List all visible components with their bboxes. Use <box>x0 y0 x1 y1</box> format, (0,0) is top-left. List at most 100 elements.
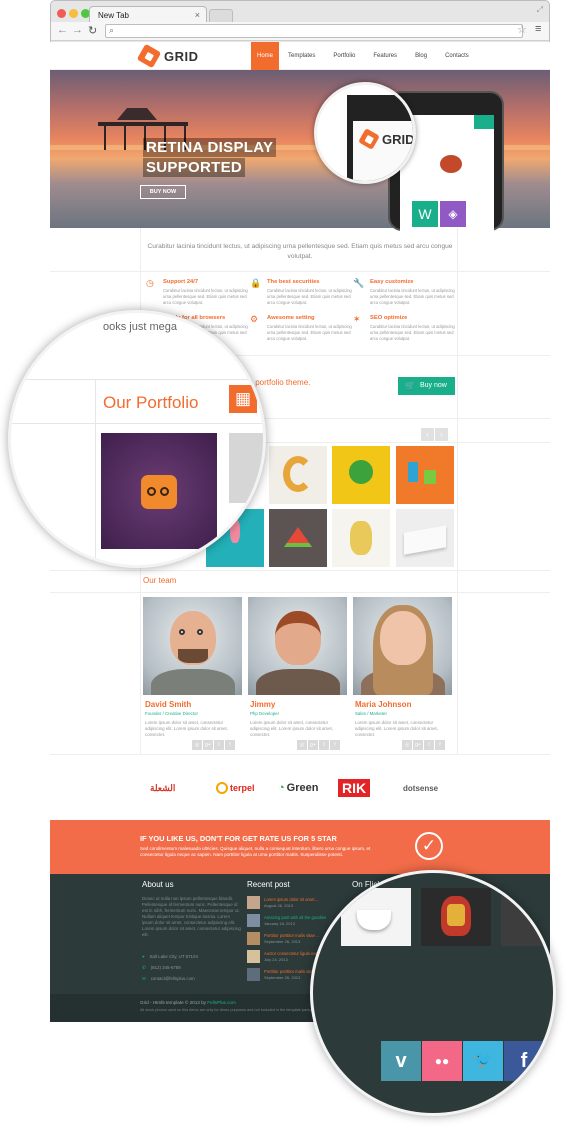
address-bar[interactable]: ⌕ <box>105 24 523 38</box>
footer-about-text: Donec ut nulla non ipsum pellentesque bl… <box>142 896 241 937</box>
minimize-window-button[interactable] <box>69 9 78 18</box>
member-role: Founder / Creative Director <box>145 711 198 716</box>
twitter-icon[interactable]: 🐦 <box>463 1041 503 1081</box>
phone-green-tile <box>474 115 494 129</box>
check-circle-icon[interactable]: ✓ <box>415 832 443 860</box>
member-role: Sales / Marketer <box>355 711 387 716</box>
feature-support: ◷ Support 24/7 Curabitur lacinia tincidu… <box>146 278 248 310</box>
google-plus-icon[interactable]: g+ <box>203 740 213 750</box>
gear-icon: ⚙ <box>250 314 259 324</box>
divider <box>50 271 550 272</box>
feature-setting: ⚙ Awesome setting Curabitur lacinia tinc… <box>250 314 352 346</box>
screenshot-stage: { "browser": { "tab_label": "New Tab", "… <box>0 0 582 1142</box>
portfolio-title: Our Portfolio <box>103 393 199 412</box>
portfolio-item-watermelon[interactable] <box>269 509 327 567</box>
wordpress-tile-icon: W <box>412 201 438 227</box>
reload-icon[interactable]: ↻ <box>88 24 97 37</box>
facebook-icon[interactable]: f <box>225 740 235 750</box>
team-member-card: Maria Johnson Sales / Marketer Lorem ips… <box>353 597 452 752</box>
member-photo <box>143 597 242 695</box>
team-member-card: Jimmy Php Developer Lorem ipsum dolor si… <box>248 597 347 752</box>
client-logo-arabic[interactable]: الشعلة <box>150 774 175 802</box>
magnified-cta-fragment: ooks just mega <box>103 321 177 333</box>
footer-recent-title: Recent post <box>247 880 290 889</box>
logo-text: GRID <box>164 48 199 64</box>
rate-banner: IF YOU LIKE US, DON'T FOR GET RATE US FO… <box>50 820 550 874</box>
twitter-icon[interactable]: t <box>214 740 224 750</box>
nav-item-portfolio[interactable]: Portfolio <box>324 42 364 70</box>
google-plus-icon[interactable]: g+ <box>308 740 318 750</box>
member-desc: Lorem ipsum dolor sit amet, consectetur … <box>250 720 333 737</box>
client-logo-green[interactable]: ◔ Green <box>278 774 318 802</box>
dribbble-icon[interactable]: ◎ <box>192 740 202 750</box>
google-plus-icon[interactable]: g+ <box>413 740 423 750</box>
magic-wand-icon: ✶ <box>353 314 361 324</box>
search-icon: ⌕ <box>109 25 115 35</box>
member-photo <box>248 597 347 695</box>
new-tab-button[interactable] <box>209 9 233 22</box>
divider <box>50 570 550 571</box>
hamburger-menu-icon[interactable]: ≡ <box>535 23 541 35</box>
dribbble-icon[interactable]: ◎ <box>402 740 412 750</box>
portfolio-item-featured[interactable] <box>101 433 217 549</box>
nav-menu: Home Templates Portfolio Features Blog C… <box>251 42 478 70</box>
twitter-icon[interactable]: t <box>424 740 434 750</box>
recent-post[interactable]: Lorem ipsum dolor sit amet... August 26, … <box>247 896 347 911</box>
disclaimer-text: All stock photos used on this demo are o… <box>140 1008 318 1012</box>
vimeo-icon[interactable]: v <box>381 1041 421 1081</box>
nav-item-templates[interactable]: Templates <box>279 42 324 70</box>
grid-icon[interactable]: ▦ <box>229 385 257 413</box>
portfolio-item-partial[interactable] <box>229 433 263 503</box>
prev-arrow-button[interactable]: ‹ <box>421 428 434 441</box>
client-logo-terpel[interactable]: terpel <box>216 774 255 802</box>
flickr-icon[interactable]: ●● <box>422 1041 462 1081</box>
nav-item-contacts[interactable]: Contacts <box>436 42 478 70</box>
rate-title: IF YOU LIKE US, DON'T FOR GET RATE US FO… <box>140 834 337 843</box>
feature-desc: Curabitur lacinia tincidunt lectus, ut a… <box>163 288 248 305</box>
footer-address: ⌖ Salt Lake City, UT 87104 <box>142 954 198 959</box>
clock-icon: ◷ <box>146 278 154 288</box>
feature-customize: 🔧 Easy customize Curabitur lacinia tinci… <box>353 278 455 310</box>
feature-title: SEO optimize <box>370 315 408 321</box>
facebook-icon[interactable]: f <box>330 740 340 750</box>
member-social: ◎ g+ t f <box>296 740 340 750</box>
portfolio-item-letter-c[interactable] <box>269 446 327 504</box>
copyright-text: Grid - Html5 template © 2013 by FellsPlu… <box>140 1000 236 1005</box>
flickr-photo-partial[interactable] <box>501 888 553 946</box>
close-window-button[interactable] <box>57 9 66 18</box>
flickr-photo-coffee[interactable] <box>341 888 411 946</box>
portfolio-item-ribbon[interactable] <box>332 509 390 567</box>
buy-now-button[interactable]: 🛒 Buy now <box>398 377 455 395</box>
member-desc: Lorem ipsum dolor sit amet, consectetur … <box>355 720 438 737</box>
footer-email[interactable]: ✉ contact@fellsplus.com <box>142 976 195 982</box>
column-line <box>457 228 458 754</box>
dribbble-icon[interactable]: ◎ <box>297 740 307 750</box>
star-icon[interactable]: ☆ <box>517 23 527 36</box>
member-name: Maria Johnson <box>355 700 412 709</box>
next-arrow-button[interactable]: › <box>435 428 448 441</box>
site-logo[interactable]: GRID <box>136 43 199 69</box>
facebook-icon[interactable]: f <box>435 740 445 750</box>
nav-item-features[interactable]: Features <box>364 42 406 70</box>
hero-buy-now-button[interactable]: BUY NOW <box>140 185 186 199</box>
fullscreen-icon[interactable]: ⤢ <box>537 5 543 15</box>
phone-icon: ✆ <box>142 965 146 970</box>
client-logo-dotsense[interactable]: dotsense <box>403 774 438 802</box>
twitter-icon[interactable]: t <box>319 740 329 750</box>
client-logo-rik[interactable]: RIK <box>338 774 371 802</box>
portfolio-item-book[interactable] <box>396 509 454 567</box>
hero-title-line1: RETINA DISPLAY <box>143 138 277 157</box>
nav-item-blog[interactable]: Blog <box>406 42 436 70</box>
portfolio-item-world[interactable] <box>332 446 390 504</box>
portfolio-item-3d-shapes[interactable] <box>396 446 454 504</box>
arrow-left-icon[interactable]: ← <box>57 24 68 36</box>
close-tab-icon[interactable]: × <box>195 10 200 20</box>
flickr-photo-ironman[interactable] <box>421 888 491 946</box>
copyright-link[interactable]: FellsPlus.com <box>207 1000 236 1005</box>
nav-item-home[interactable]: Home <box>251 42 279 70</box>
feature-title: Support 24/7 <box>163 279 199 285</box>
facebook-icon[interactable]: f <box>504 1041 544 1081</box>
member-photo <box>353 597 452 695</box>
arrow-right-icon[interactable]: → <box>72 24 83 36</box>
footer-phone: ✆ (812) 345-6789 <box>142 965 181 970</box>
